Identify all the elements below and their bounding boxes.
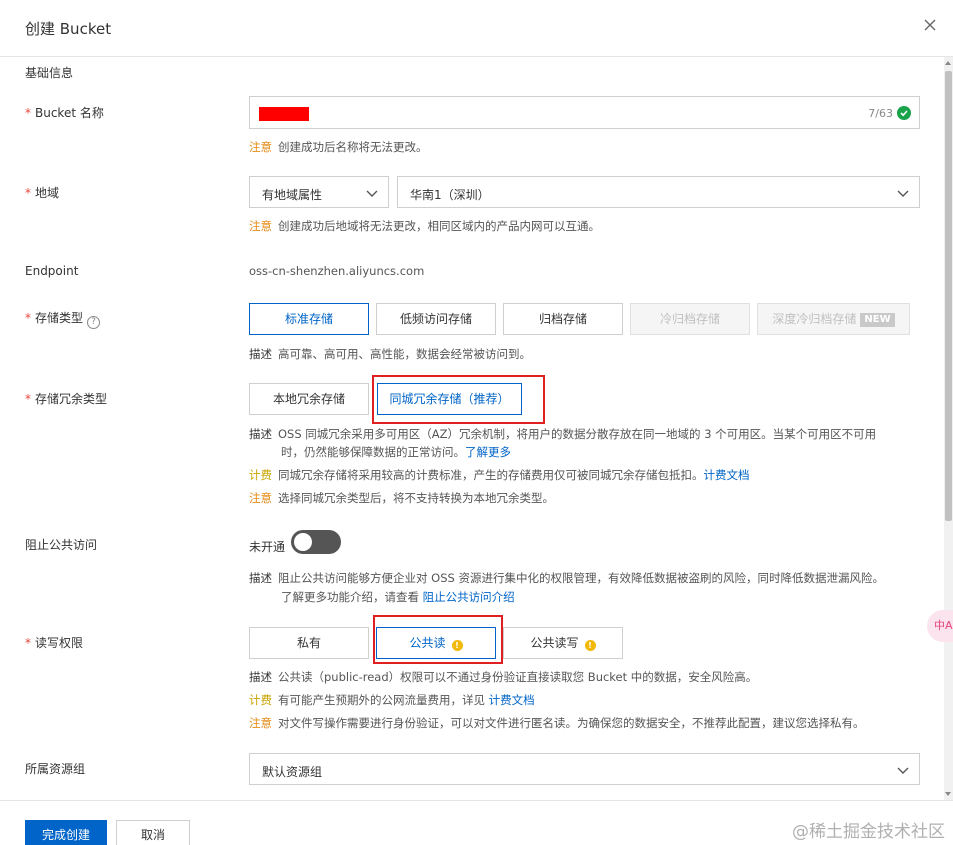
endpoint-label: Endpoint [25, 264, 79, 278]
scroll-up-icon[interactable] [945, 61, 951, 65]
redundancy-option-lrs[interactable]: 本地冗余存储 [249, 383, 369, 415]
redundancy-desc-cont: 时，仍然能够保障数据的正常访问。了解更多 [281, 445, 511, 459]
acl-billing: 计费 有可能产生预期外的公网流量费用，详见 计费文档 [249, 693, 535, 707]
redacted-bucket-name [259, 107, 309, 121]
highlight-box-acl [373, 615, 503, 664]
region-label: * 地域 [25, 186, 60, 200]
region-attribute-select[interactable]: 有地域属性 [249, 176, 389, 208]
cancel-button[interactable]: 取消 [116, 820, 190, 845]
region-note: 注意 创建成功后地域将无法更改，相同区域内的产品内网可以互通。 [249, 219, 600, 233]
billing-doc-link[interactable]: 计费文档 [704, 468, 750, 482]
floating-language-widget[interactable]: 中A [927, 610, 953, 642]
chevron-down-icon [896, 186, 910, 200]
chevron-down-icon [896, 763, 910, 777]
block-public-toggle[interactable] [291, 530, 341, 554]
dialog-title: 创建 Bucket [25, 20, 112, 38]
acl-option-public-read-write[interactable]: 公共读写! [503, 627, 623, 659]
create-button[interactable]: 完成创建 [25, 820, 107, 845]
storage-option-cold-archive: 冷归档存储 [630, 303, 750, 335]
resource-group-select[interactable]: 默认资源组 [249, 753, 920, 785]
new-badge: NEW [860, 313, 895, 327]
storage-class-desc: 描述 高可靠、高可用、高性能，数据会经常被访问到。 [249, 347, 531, 361]
section-title-basic-info: 基础信息 [25, 66, 74, 80]
redundancy-label: * 存储冗余类型 [25, 392, 108, 406]
warning-icon: ! [584, 640, 596, 651]
redundancy-note: 注意 选择同城冗余类型后，将不支持转换为本地冗余类型。 [249, 491, 554, 505]
redundancy-billing: 计费 同城冗余存储将采用较高的计费标准，产生的存储费用仅可被同城冗余存储包抵扣。计… [249, 468, 750, 482]
acl-label: * 读写权限 [25, 636, 84, 650]
storage-option-ia[interactable]: 低频访问存储 [376, 303, 496, 335]
storage-option-standard[interactable]: 标准存储 [249, 303, 369, 335]
storage-option-deep-cold-archive: 深度冷归档存储 NEW [757, 303, 910, 335]
bucket-name-input[interactable]: 7/63 [249, 96, 920, 129]
block-public-intro-link[interactable]: 阻止公共访问介绍 [423, 590, 515, 604]
region-select[interactable]: 华南1（深圳） [397, 176, 920, 208]
acl-note: 注意 对文件写操作需要进行身份验证，可以对文件进行匿名读。为确保您的数据安全，不推… [249, 716, 865, 730]
block-public-desc: 描述 阻止公共访问能够方便企业对 OSS 资源进行集中化的权限管理，有效降低数据被… [249, 571, 884, 585]
endpoint-value: oss-cn-shenzhen.aliyuncs.com [249, 264, 425, 278]
highlight-box-redundancy [372, 375, 545, 424]
bucket-name-counter: 7/63 [868, 107, 893, 120]
chevron-down-icon [365, 186, 379, 200]
dialog-footer: 完成创建 取消 @稀土掘金技术社区 [0, 800, 953, 845]
check-circle-icon [897, 106, 911, 120]
bucket-name-label: * Bucket 名称 [25, 106, 104, 120]
scroll-down-icon[interactable] [945, 792, 951, 796]
redundancy-desc: 描述 OSS 同城冗余采用多可用区（AZ）冗余机制，将用户的数据分散存放在同一地域… [249, 427, 877, 441]
block-public-desc-cont: 了解更多功能介绍，请查看 阻止公共访问介绍 [281, 590, 515, 604]
dialog-header: 创建 Bucket [0, 0, 953, 57]
close-icon[interactable] [921, 16, 939, 34]
block-public-label: 阻止公共访问 [25, 538, 98, 552]
watermark: @稀土掘金技术社区 [792, 822, 945, 842]
acl-billing-doc-link[interactable]: 计费文档 [489, 693, 535, 707]
storage-option-archive[interactable]: 归档存储 [503, 303, 623, 335]
dialog-body: 基础信息 * Bucket 名称 7/63 注意 创建成功后名称将无法更改。 * 地域… [0, 57, 953, 800]
toggle-knob [294, 533, 312, 551]
question-circle-icon[interactable]: ? [87, 316, 101, 329]
resource-group-label: 所属资源组 [25, 762, 86, 776]
scrollbar[interactable] [944, 57, 953, 800]
bucket-name-note: 注意 创建成功后名称将无法更改。 [249, 140, 428, 154]
learn-more-link[interactable]: 了解更多 [465, 445, 511, 459]
storage-class-label: * 存储类型? [25, 309, 101, 329]
acl-option-private[interactable]: 私有 [249, 627, 369, 659]
acl-desc: 描述 公共读（public-read）权限可以不通过身份验证直接读取您 Bucke… [249, 670, 758, 684]
scrollbar-thumb[interactable] [945, 71, 952, 521]
toggle-status: 未开通 [249, 540, 286, 554]
